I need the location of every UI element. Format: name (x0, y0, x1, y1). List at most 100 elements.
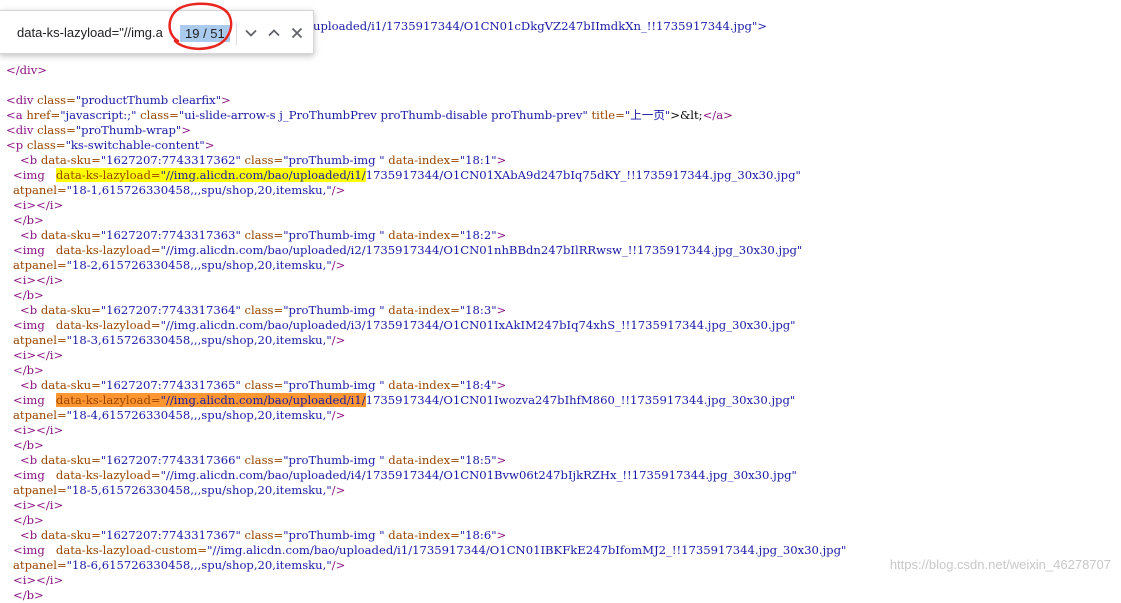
attr-name: class= (37, 93, 76, 107)
tag-open: <b (20, 153, 41, 167)
code-line: <a href="javascript:;" class="ui-slide-a… (6, 108, 733, 123)
url-suffix: 1735917344/O1CN01XAbA9d247bIq75dKY_!!173… (365, 168, 801, 182)
attr-value: "ui-slide-arrow-s j_ProThumbPrev proThum… (178, 108, 588, 122)
tag-open: <b (20, 378, 41, 392)
attr-name: data-sku= (40, 153, 101, 167)
attr-value: "proThumb-img " (283, 153, 385, 167)
b-close-tag: </b> (13, 363, 44, 377)
chevron-down-icon (245, 29, 257, 37)
sku-value: "1627207:7743317364" (100, 303, 241, 317)
code-line: uploaded/i1/1735917344/O1CN01cDkgVZ247bI… (313, 19, 767, 34)
b-close-tag: </b> (13, 213, 44, 227)
attr-name: class= (26, 138, 66, 152)
attr-value: "javascript:;" (60, 108, 137, 122)
match-count: 19 / 51 (180, 25, 230, 42)
lazyload-attr: data-ks-lazyload="//img.alicdn.com/bao/u… (56, 468, 366, 482)
atpanel-value: "18-2,615726330458,,,spu/shop,20,itemsku… (66, 258, 332, 272)
tag-close: /> (331, 333, 346, 347)
tag-end: > (221, 93, 231, 107)
tag-close: </a> (702, 108, 733, 122)
attr-name: data-sku= (40, 228, 101, 242)
code-line: atpanel="18-1,615726330458,,,spu/shop,20… (13, 183, 345, 198)
index-value: "18:3" (459, 303, 497, 317)
code-line: <b data-sku="1627207:7743317364" class="… (20, 303, 506, 318)
index-value: "18:6" (459, 528, 497, 542)
attr-value: "proThumb-img " (283, 378, 385, 392)
code-line: atpanel="18-6,615726330458,,,spu/shop,20… (13, 558, 345, 573)
lazyload-attr: data-ks-lazyload="//img.alicdn.com/bao/u… (56, 243, 366, 257)
code-line: <i></i> (13, 498, 63, 513)
find-input[interactable]: data-ks-lazyload="//img.a (17, 24, 167, 42)
attr-value: "上一页" (624, 108, 671, 122)
tag-end: > (496, 453, 507, 467)
tag-end: > (204, 138, 215, 152)
index-value: "18:1" (459, 153, 497, 167)
attr-name: data-sku= (40, 378, 101, 392)
search-match-highlight: data-ks-lazyload="//img.alicdn.com/bao/u… (55, 393, 366, 407)
tag-end: > (496, 303, 507, 317)
code-line: <b data-sku="1627207:7743317367" class="… (20, 528, 506, 543)
atpanel-value: "18-6,615726330458,,,spu/shop,20,itemsku… (66, 558, 332, 572)
text-node: >&lt; (670, 108, 703, 122)
tag-open: <b (20, 303, 41, 317)
attr-value: "proThumb-wrap" (75, 123, 182, 137)
code-line: <i></i> (13, 273, 63, 288)
tag-open: <img (13, 543, 49, 557)
code-line: </div> (6, 63, 47, 78)
code-line: <img data-ks-lazyload="//img.alicdn.com/… (13, 168, 801, 183)
url-prefix: "//img.alicdn.com/bao/uploaded/i1/ (160, 168, 366, 182)
code-line: <img data-ks-lazyload="//img.alicdn.com/… (13, 243, 802, 258)
code-line: <b data-sku="1627207:7743317363" class="… (20, 228, 506, 243)
tag-open: <img (13, 393, 49, 407)
sku-value: "1627207:7743317362" (100, 153, 241, 167)
code-line: </b> (13, 588, 44, 603)
attr-name: data-sku= (40, 303, 101, 317)
atpanel-value: "18-3,615726330458,,,spu/shop,20,itemsku… (66, 333, 332, 347)
code-line: atpanel="18-5,615726330458,,,spu/shop,20… (13, 483, 345, 498)
i-tag: <i></i> (13, 498, 64, 512)
b-close-tag: </b> (13, 588, 44, 602)
sku-value: "1627207:7743317363" (100, 228, 241, 242)
attr-value: "productThumb clearfix" (75, 93, 222, 107)
code-line: <i></i> (13, 198, 63, 213)
b-close-tag: </b> (13, 513, 44, 527)
code-line: atpanel="18-4,615726330458,,,spu/shop,20… (13, 408, 345, 423)
lazyload-attr: data-ks-lazyload="//img.alicdn.com/bao/u… (56, 318, 366, 332)
close-find-button[interactable] (289, 25, 305, 41)
previous-match-button[interactable] (266, 25, 282, 41)
atpanel-value: "18-4,615726330458,,,spu/shop,20,itemsku… (66, 408, 332, 422)
attr-value: "proThumb-img " (283, 303, 385, 317)
attr-name: data-index= (384, 528, 460, 542)
sku-value: "1627207:7743317366" (100, 453, 241, 467)
index-value: "18:2" (459, 228, 497, 242)
code-line: </b> (13, 213, 44, 228)
atpanel-value: "18-1,615726330458,,,spu/shop,20,itemsku… (66, 183, 332, 197)
url-prefix: "//img.alicdn.com/bao/uploaded/i1/ (207, 543, 413, 557)
tag-open: <img (13, 468, 49, 482)
tag-open: <div (6, 93, 38, 107)
attr-value: "proThumb-img " (283, 228, 385, 242)
code-line: </b> (13, 438, 44, 453)
b-close-tag: </b> (13, 288, 44, 302)
attr-name: data-ks-lazyload= (55, 468, 161, 482)
attr-name: data-sku= (40, 528, 101, 542)
tag-end: > (496, 528, 507, 542)
code-line: atpanel="18-2,615726330458,,,spu/shop,20… (13, 258, 345, 273)
attr-name: data-index= (384, 453, 460, 467)
code-line: <b data-sku="1627207:7743317366" class="… (20, 453, 506, 468)
code-line: </b> (13, 288, 44, 303)
next-match-button[interactable] (243, 25, 259, 41)
code-line: <p class="ks-switchable-content"> (6, 138, 214, 153)
code-fragment: uploaded/i1/1735917344/O1CN01cDkgVZ247bI… (313, 19, 767, 33)
code-line: <i></i> (13, 348, 63, 363)
attr-name: atpanel= (13, 258, 67, 272)
attr-name: data-ks-lazyload= (55, 393, 161, 407)
code-line: <div class="proThumb-wrap"> (6, 123, 191, 138)
close-icon (291, 27, 303, 39)
elements-source-view[interactable]: uploaded/i1/1735917344/O1CN01cDkgVZ247bI… (0, 0, 1121, 602)
url-suffix: 1735917344/O1CN01IxAkIM247bIq74xhS_!!173… (365, 318, 796, 332)
tag-open: <a (6, 108, 27, 122)
code-line: <i></i> (13, 423, 63, 438)
